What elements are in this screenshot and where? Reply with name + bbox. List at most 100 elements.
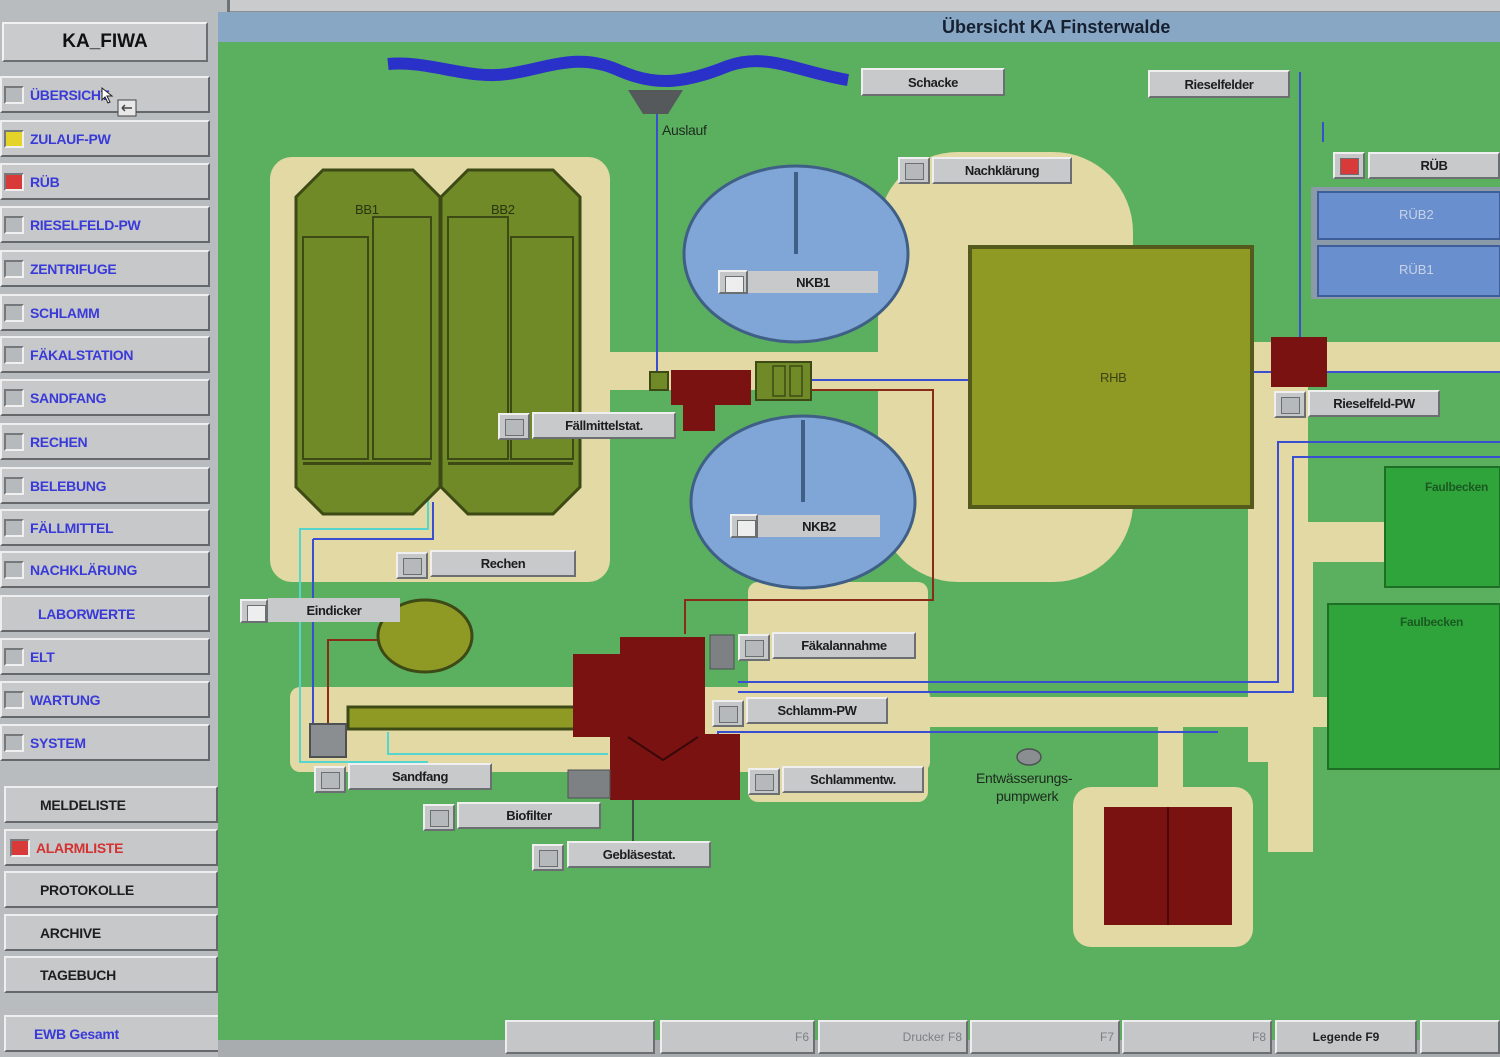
status-lamp-icon xyxy=(4,388,24,407)
nav-nachklaerung[interactable]: NACHKLÄRUNG xyxy=(0,551,210,588)
biofilter-status[interactable] xyxy=(423,804,455,831)
faekalannahme-status[interactable] xyxy=(738,634,770,661)
sidebar: KA_FIWA ÜBERSICHT ZULAUF-PW RÜB RIESELFE… xyxy=(0,0,230,1057)
rieselfeld-pumphouse xyxy=(1271,337,1327,387)
tank-nkb1 xyxy=(682,164,910,344)
nav-faellmittel[interactable]: FÄLLMITTEL xyxy=(0,509,210,546)
status-lamp-icon xyxy=(4,476,24,495)
sandfang-button[interactable]: Sandfang xyxy=(348,763,492,790)
schlamm-pw-button[interactable]: Schlamm-PW xyxy=(746,697,888,724)
list-label: ARCHIVE xyxy=(40,924,101,941)
legende-button[interactable]: Legende F9 xyxy=(1275,1020,1417,1054)
nav-rueb[interactable]: RÜB xyxy=(0,163,210,200)
nav-laborwerte[interactable]: LABORWERTE xyxy=(0,595,210,632)
pumping-station-annex xyxy=(683,405,715,431)
distribution-box xyxy=(649,371,669,391)
river-schacke xyxy=(387,55,849,87)
rieselfeld-pw-status[interactable] xyxy=(1274,391,1306,418)
rueb2-label: RÜB2 xyxy=(1399,207,1434,222)
nav-belebung[interactable]: BELEBUNG xyxy=(0,467,210,504)
basin-bb1 xyxy=(294,168,442,516)
faekal-indicator xyxy=(709,634,735,670)
nachklaerung-button[interactable]: Nachklärung xyxy=(932,157,1072,184)
dewatering-pump-icon xyxy=(1016,748,1042,766)
list-label: ALARMLISTE xyxy=(36,839,124,856)
nav-rechen[interactable]: RECHEN xyxy=(0,423,210,460)
sandfang-status[interactable] xyxy=(314,766,346,793)
list-tagebuch[interactable]: TAGEBUCH xyxy=(4,956,218,993)
status-lamp-icon xyxy=(4,303,24,322)
rhb-label: RHB xyxy=(1100,370,1127,385)
eindicker-status[interactable] xyxy=(240,599,268,623)
rieselfelder-button[interactable]: Rieselfelder xyxy=(1148,70,1290,98)
schlammentw-status[interactable] xyxy=(748,768,780,795)
nav-sandfang[interactable]: SANDFANG xyxy=(0,379,210,416)
nav-label: FÄKALSTATION xyxy=(30,346,134,363)
nav-wartung[interactable]: WARTUNG xyxy=(0,681,210,718)
fkey-f8-label: F8 xyxy=(1251,1030,1266,1044)
ewb-label: EWB Gesamt xyxy=(34,1025,119,1042)
nav-label: ZENTRIFUGE xyxy=(30,260,117,277)
legende-label: Legende F9 xyxy=(1312,1030,1380,1044)
pumping-station xyxy=(671,370,751,405)
status-lamp-icon xyxy=(4,215,24,234)
nkb1-status[interactable] xyxy=(718,270,748,294)
faellmittelstat-status[interactable] xyxy=(498,413,530,440)
nav-rieselfeld-pw[interactable]: RIESELFELD-PW xyxy=(0,206,210,243)
fkey-drucker[interactable]: Drucker F8 xyxy=(818,1020,968,1054)
rechen-button[interactable]: Rechen xyxy=(430,550,576,577)
list-archive[interactable]: ARCHIVE xyxy=(4,914,218,951)
status-lamp-icon xyxy=(4,345,24,364)
schlamm-pw-status[interactable] xyxy=(712,700,744,727)
fkey-blank-2[interactable] xyxy=(1420,1020,1500,1054)
alarm-lamp-icon xyxy=(10,838,30,857)
nav-zentrifuge[interactable]: ZENTRIFUGE xyxy=(0,250,210,287)
status-lamp-icon xyxy=(4,733,24,752)
plant-overview-canvas: BB1 BB2 Auslauf RHB RÜB2 RÜB1 Faulbecken… xyxy=(218,42,1500,1040)
list-meldeliste[interactable]: MELDELISTE xyxy=(4,786,218,823)
faellmittelstat-button[interactable]: Fällmittelstat. xyxy=(532,412,676,439)
list-label: TAGEBUCH xyxy=(40,966,116,983)
geblaesestat-button[interactable]: Gebläsestat. xyxy=(567,841,711,868)
rieselfeld-pw-button[interactable]: Rieselfeld-PW xyxy=(1308,390,1440,417)
nav-label: SYSTEM xyxy=(30,734,86,751)
list-protokolle[interactable]: PROTOKOLLE xyxy=(4,871,218,908)
nav-faekalstation[interactable]: FÄKALSTATION xyxy=(0,336,210,373)
fkey-blank-1[interactable] xyxy=(505,1020,655,1054)
page-title: Übersicht KA Finsterwalde xyxy=(942,17,1171,37)
nav-label: RECHEN xyxy=(30,433,88,450)
plant-schematic xyxy=(270,55,1500,947)
nav-zulauf-pw[interactable]: ZULAUF-PW xyxy=(0,120,210,157)
schacke-button[interactable]: Schacke xyxy=(861,68,1005,96)
sand-trap-pit xyxy=(309,723,347,758)
nkb2-status[interactable] xyxy=(730,514,758,538)
status-lamp-icon xyxy=(4,129,24,148)
nav-label: RÜB xyxy=(30,173,60,190)
status-lamp-icon xyxy=(4,518,24,537)
status-lamp-icon xyxy=(4,690,24,709)
nav-label: LABORWERTE xyxy=(38,605,136,622)
nav-label: NACHKLÄRUNG xyxy=(30,561,138,578)
fkey-f7[interactable]: F7 xyxy=(970,1020,1120,1054)
schlammentw-button[interactable]: Schlammentw. xyxy=(782,766,924,793)
nkb2-label[interactable]: NKB2 xyxy=(758,515,880,537)
status-lamp-icon xyxy=(4,432,24,451)
nav-elt[interactable]: ELT xyxy=(0,638,210,675)
fkey-f6-label: F6 xyxy=(794,1030,809,1044)
faekalannahme-button[interactable]: Fäkalannahme xyxy=(772,632,916,659)
nav-schlamm[interactable]: SCHLAMM xyxy=(0,294,210,331)
rechen-status[interactable] xyxy=(396,552,428,579)
fkey-f8[interactable]: F8 xyxy=(1122,1020,1272,1054)
fkey-f6[interactable]: F6 xyxy=(660,1020,815,1054)
nav-system[interactable]: SYSTEM xyxy=(0,724,210,761)
eindicker-button[interactable]: Eindicker xyxy=(268,598,400,622)
list-alarmliste[interactable]: ALARMLISTE xyxy=(4,829,218,866)
nkb1-label[interactable]: NKB1 xyxy=(748,271,878,293)
ewb-gesamt-button[interactable]: EWB Gesamt xyxy=(4,1015,220,1052)
entwaesserung-label-1: Entwässerungs- xyxy=(976,770,1073,786)
geblaesestat-status[interactable] xyxy=(532,844,564,871)
nachklaerung-status[interactable] xyxy=(898,157,930,184)
biofilter-button[interactable]: Biofilter xyxy=(457,802,601,829)
rueb-button[interactable]: RÜB xyxy=(1368,152,1500,179)
rueb-status[interactable] xyxy=(1333,152,1365,179)
